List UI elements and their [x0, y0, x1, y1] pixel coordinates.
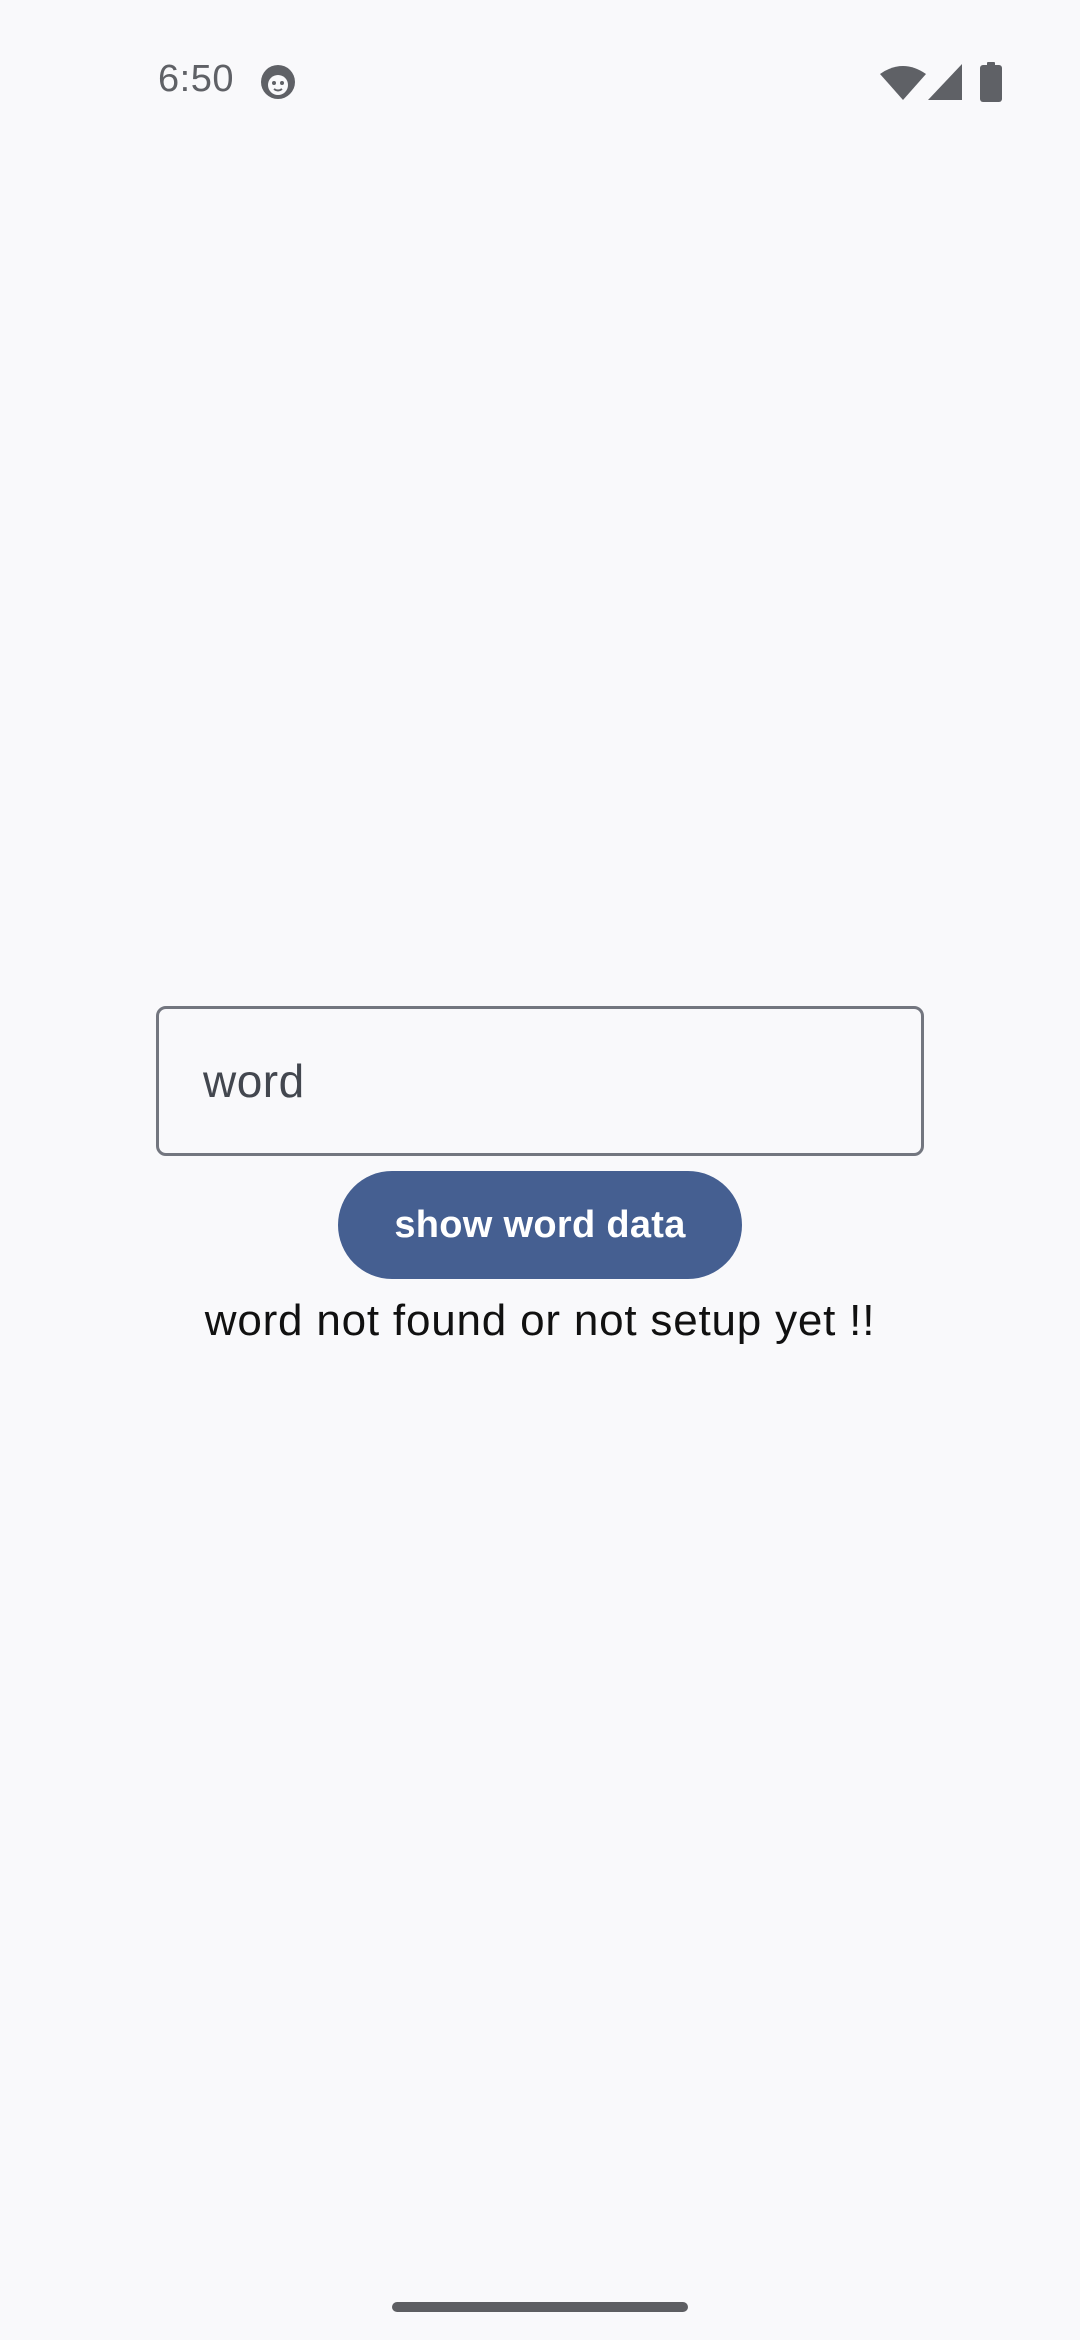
- word-input[interactable]: [156, 1006, 924, 1156]
- face-icon: [260, 64, 296, 100]
- wifi-icon: [880, 64, 926, 100]
- show-word-data-button[interactable]: show word data: [338, 1171, 742, 1279]
- status-time: 6:50: [158, 58, 234, 100]
- signal-icon: [928, 64, 962, 100]
- result-message: word not found or not setup yet !!: [204, 1296, 876, 1345]
- home-indicator[interactable]: [392, 2302, 688, 2312]
- status-bar: 6:50: [0, 0, 1080, 170]
- battery-icon: [980, 62, 1002, 102]
